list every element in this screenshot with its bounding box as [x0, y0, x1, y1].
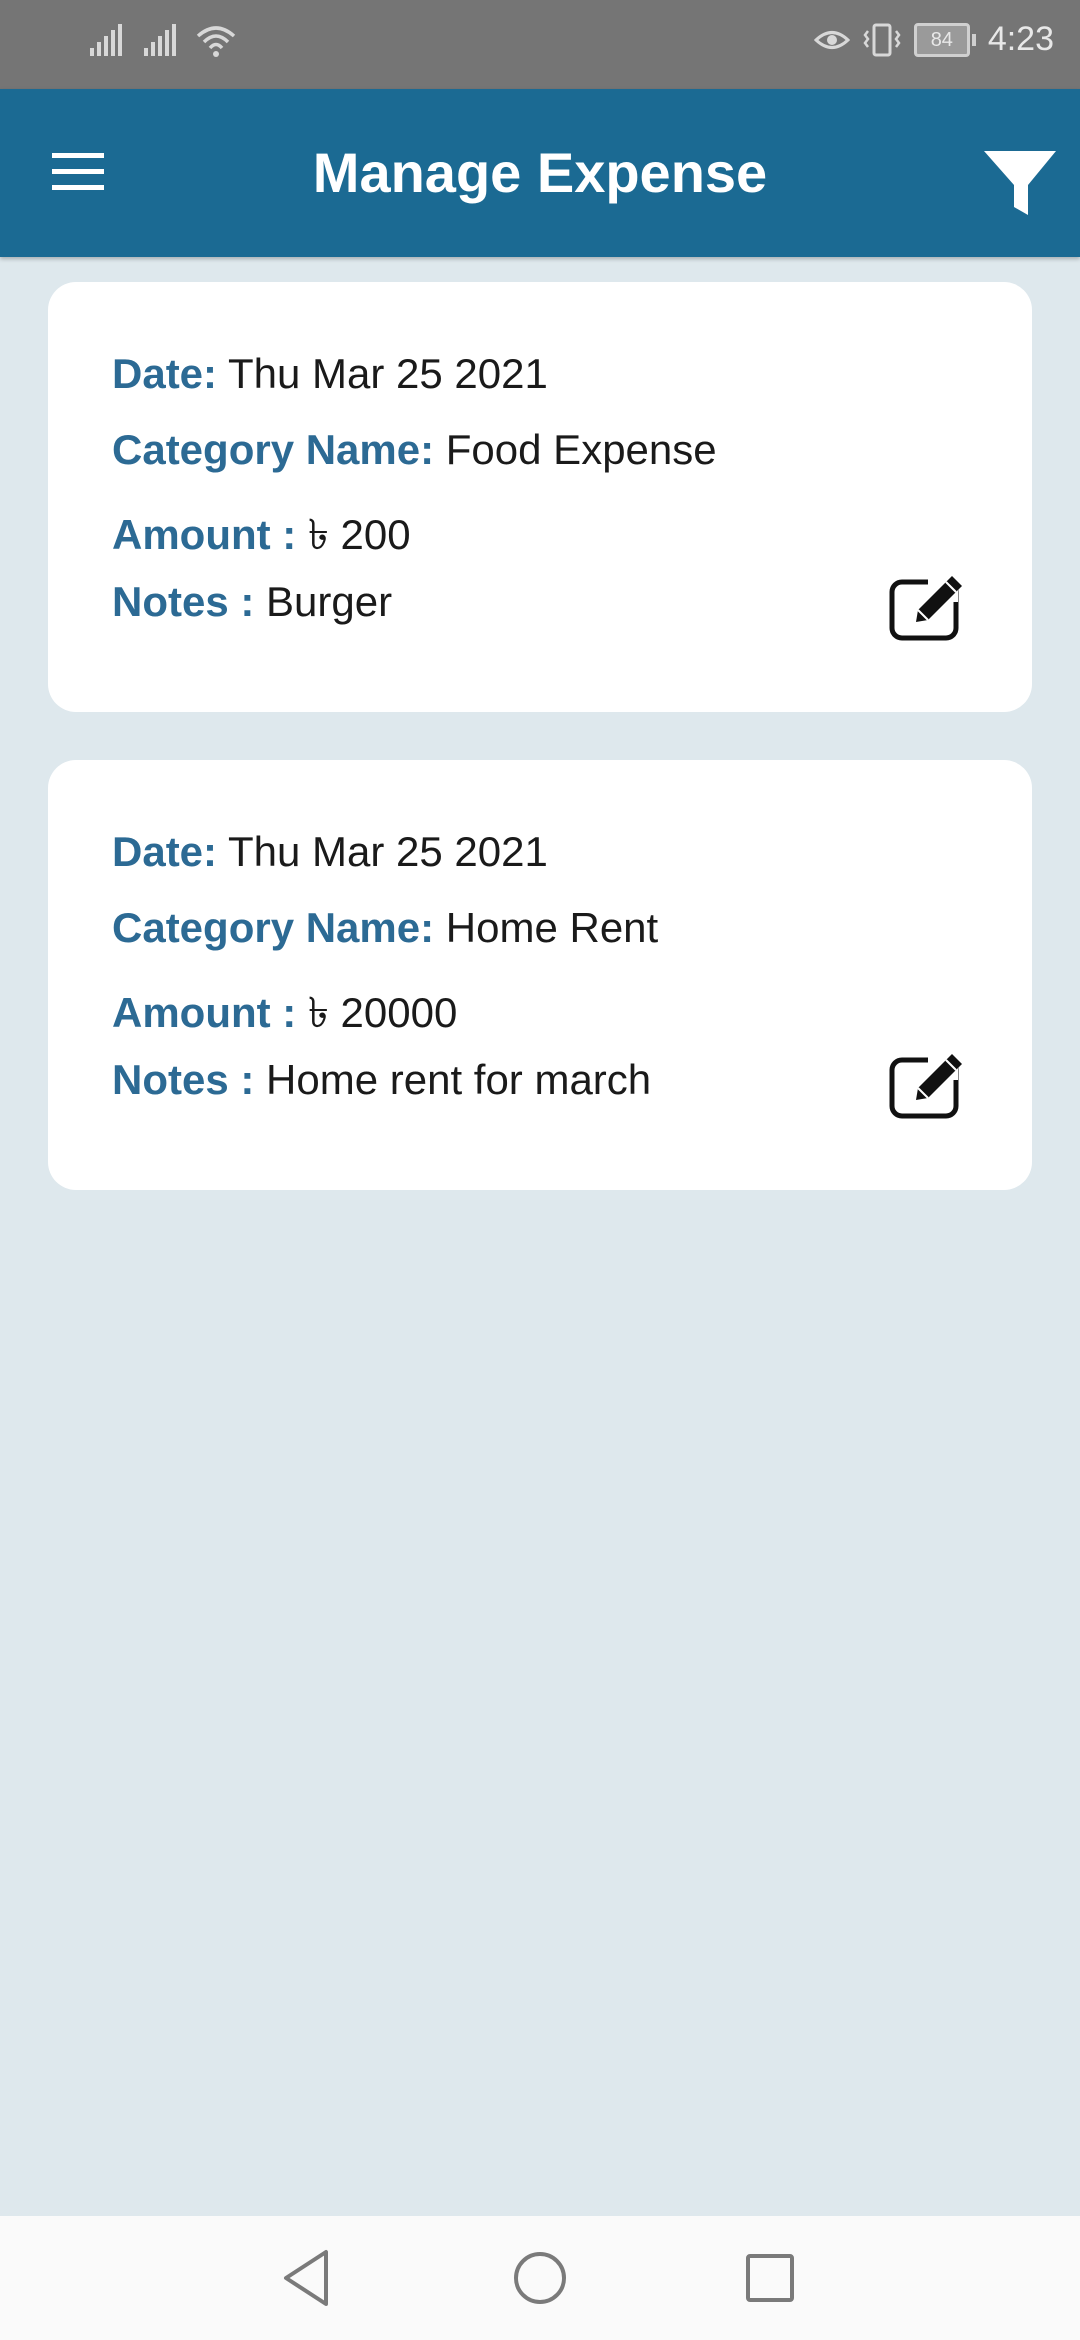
edit-icon: [889, 1054, 962, 1119]
eye-comfort-icon: [813, 30, 850, 49]
system-nav-bar: [0, 2216, 1080, 2340]
date-row: Date: Thu Mar 25 2021: [112, 350, 548, 398]
signal-icon: [144, 24, 176, 56]
notes-label: Notes :: [112, 578, 255, 625]
notes-row: Notes : Home rent for march: [112, 1056, 651, 1104]
battery-icon: 84: [913, 22, 976, 57]
date-label: Date:: [112, 350, 218, 397]
category-value: Food Expense: [445, 426, 717, 473]
vibrate-icon: [863, 23, 901, 56]
category-row: Category Name: Home Rent: [112, 904, 658, 952]
page-title: Manage Expense: [312, 141, 768, 204]
clock: 4:23: [987, 20, 1054, 58]
menu-button[interactable]: [48, 143, 108, 203]
home-button[interactable]: [508, 2246, 572, 2310]
amount-value: ৳ 20000: [307, 989, 458, 1036]
edit-button[interactable]: [888, 1050, 968, 1120]
amount-row: Amount : ৳ 200: [112, 502, 411, 573]
status-bar: 84 4:23: [0, 0, 1080, 89]
expense-card: Date: Thu Mar 25 2021 Category Name: Foo…: [48, 282, 1032, 712]
date-value: Thu Mar 25 2021: [227, 350, 548, 397]
amount-label: Amount :: [112, 989, 297, 1036]
amount-row: Amount : ৳ 20000: [112, 980, 457, 1051]
filter-button[interactable]: [980, 143, 1060, 223]
edit-icon: [889, 576, 962, 641]
expense-card: Date: Thu Mar 25 2021 Category Name: Hom…: [48, 760, 1032, 1190]
category-row: Category Name: Food Expense: [112, 426, 717, 474]
hamburger-menu-icon: [52, 153, 104, 190]
amount-value: ৳ 200: [307, 511, 411, 558]
recents-button[interactable]: [738, 2246, 802, 2310]
notes-value: Burger: [266, 578, 393, 625]
back-triangle-icon: [284, 2250, 328, 2306]
notes-label: Notes :: [112, 1056, 255, 1103]
date-value: Thu Mar 25 2021: [227, 828, 548, 875]
back-button[interactable]: [276, 2246, 340, 2310]
date-label: Date:: [112, 828, 218, 875]
battery-level: 84: [913, 22, 970, 57]
signal-icon: [90, 24, 122, 56]
notes-row: Notes : Burger: [112, 578, 392, 626]
home-circle-icon: [514, 2252, 566, 2304]
status-icons-left: [88, 24, 236, 58]
status-icons-right: 84 4:23: [813, 20, 1054, 59]
wifi-icon: [196, 26, 236, 57]
filter-funnel-icon: [984, 151, 1056, 215]
recents-square-icon: [746, 2254, 794, 2302]
date-row: Date: Thu Mar 25 2021: [112, 828, 548, 876]
category-label: Category Name:: [112, 426, 435, 473]
category-label: Category Name:: [112, 904, 435, 951]
edit-button[interactable]: [888, 572, 968, 642]
app-bar: Manage Expense: [0, 89, 1080, 257]
notes-value: Home rent for march: [266, 1056, 652, 1103]
category-value: Home Rent: [445, 904, 659, 951]
amount-label: Amount :: [112, 511, 297, 558]
